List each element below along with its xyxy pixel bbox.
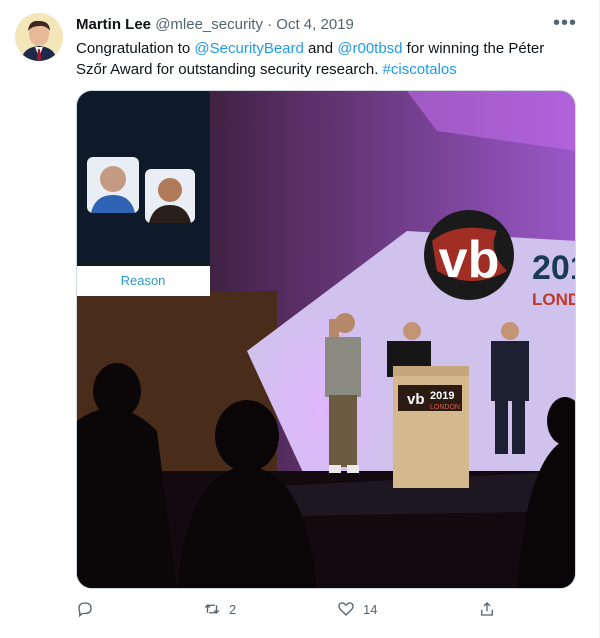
stage-photo: Reason vb 2019 LONDON vb 2019 LONDON bbox=[77, 91, 576, 588]
tweet-header: Martin Lee @mlee_security · Oct 4, 2019 bbox=[76, 16, 354, 33]
author-name[interactable]: Martin Lee bbox=[76, 16, 151, 33]
tweet-date[interactable]: Oct 4, 2019 bbox=[276, 16, 354, 33]
tweet-text-part: and bbox=[303, 40, 338, 57]
podium-logo: vb bbox=[407, 391, 425, 408]
stage-city: LONDON bbox=[532, 290, 576, 309]
more-options-icon[interactable]: ••• bbox=[553, 12, 577, 35]
tweet-text-part: Congratulation to bbox=[76, 40, 195, 57]
stage-logo-text: vb bbox=[439, 231, 500, 289]
avatar[interactable] bbox=[15, 13, 63, 61]
tweet-actions: 2 14 bbox=[76, 600, 536, 628]
reply-button[interactable] bbox=[76, 600, 102, 618]
share-button[interactable] bbox=[478, 600, 504, 618]
mention-link[interactable]: @r00tbsd bbox=[337, 40, 402, 57]
tweet-photo[interactable]: Reason vb 2019 LONDON vb 2019 LONDON bbox=[76, 90, 576, 589]
like-button[interactable]: 14 bbox=[337, 600, 377, 618]
like-count: 14 bbox=[363, 601, 378, 617]
screen-brand: Reason bbox=[121, 273, 166, 288]
stage-year: 2019 bbox=[532, 249, 576, 287]
podium-year: 2019 bbox=[430, 390, 454, 402]
retweet-button[interactable]: 2 bbox=[203, 600, 236, 618]
mention-link[interactable]: @SecurityBeard bbox=[194, 40, 303, 57]
hashtag-link[interactable]: #ciscotalos bbox=[383, 61, 457, 78]
reply-icon bbox=[78, 602, 92, 618]
tweet-card[interactable]: Martin Lee @mlee_security · Oct 4, 2019 … bbox=[0, 0, 600, 638]
heart-icon bbox=[338, 602, 354, 616]
podium-city: LONDON bbox=[430, 404, 460, 411]
author-handle[interactable]: @mlee_security bbox=[155, 16, 263, 33]
tweet-text: Congratulation to @SecurityBeard and @r0… bbox=[76, 38, 576, 80]
avatar-image bbox=[15, 13, 63, 61]
header-separator: · bbox=[262, 16, 277, 33]
retweet-count: 2 bbox=[229, 601, 237, 617]
share-icon bbox=[481, 602, 493, 616]
retweet-icon bbox=[204, 604, 220, 614]
